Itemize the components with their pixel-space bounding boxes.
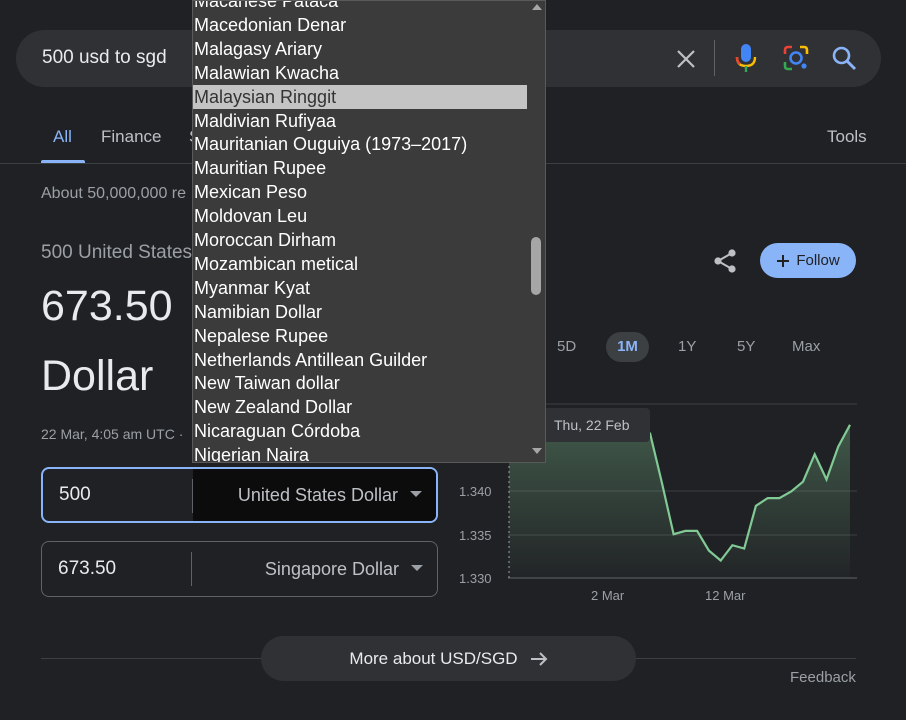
y-tick-label: 1.340 — [459, 484, 492, 499]
dropdown-option-label: New Zealand Dollar — [194, 397, 353, 418]
dropdown-option[interactable]: Macedonian Denar — [193, 13, 527, 37]
y-tick-label: 1.330 — [459, 571, 492, 586]
dropdown-option-label: Mauritanian Ouguiya (1973–2017) — [194, 134, 468, 155]
caret-down-icon — [410, 491, 422, 497]
dropdown-option[interactable]: Nigerian Naira — [193, 443, 527, 463]
dropdown-option-label: Moroccan Dirham — [194, 230, 337, 250]
dropdown-option[interactable]: Mozambican metical — [193, 252, 527, 276]
from-amount-input[interactable]: 500 — [59, 469, 189, 521]
footer-divider-right — [636, 658, 856, 659]
search-input[interactable]: 500 usd to sgd — [42, 47, 167, 69]
y-tick-label: 1.335 — [459, 528, 492, 543]
more-about-label: More about USD/SGD — [349, 648, 518, 668]
to-currency-select[interactable]: Singapore Dollar — [192, 542, 437, 596]
dropdown-option-label: Malawian Kwacha — [194, 62, 340, 83]
x-tick-label: 12 Mar — [705, 588, 746, 603]
currency-dropdown-list[interactable]: Nigerian Naira Nicaraguan Córdoba New Zeal… — [192, 0, 546, 463]
dropdown-option-label: Mauritian Rupee — [194, 158, 327, 179]
from-currency-box: 500 United States Dollar — [41, 467, 438, 523]
to-currency-value: Singapore Dollar — [264, 558, 399, 579]
dropdown-option[interactable]: Malagasy Ariary — [193, 37, 527, 61]
from-currency-value: United States Dollar — [237, 484, 398, 505]
feedback-link[interactable]: Feedback — [790, 669, 856, 686]
scroll-down-arrow-icon[interactable] — [530, 446, 544, 456]
dropdown-option-label: Macanese Pataca — [194, 0, 339, 11]
chart-tooltip: Thu, 22 Feb — [540, 408, 650, 442]
dropdown-option[interactable]: Macanese Pataca — [193, 0, 527, 13]
range-5y[interactable]: 5Y — [737, 338, 755, 355]
share-icon[interactable] — [708, 244, 742, 278]
dropdown-option-label: Myanmar Kyat — [194, 277, 311, 298]
dropdown-option[interactable]: Malawian Kwacha — [193, 61, 527, 85]
from-currency-select[interactable]: United States Dollar — [193, 469, 436, 521]
follow-button[interactable]: Follow — [760, 243, 856, 278]
dropdown-scrollbar-track[interactable] — [527, 1, 545, 462]
tab-finance[interactable]: Finance — [101, 127, 161, 147]
to-amount-input[interactable]: 673.50 — [58, 542, 188, 596]
range-5d[interactable]: 5D — [557, 338, 576, 355]
dropdown-option[interactable]: Mexican Peso — [193, 180, 527, 204]
dropdown-option-label: Macedonian Denar — [194, 14, 347, 35]
dropdown-option[interactable]: New Zealand Dollar — [193, 395, 527, 419]
conversion-result-value: 673.50 — [41, 282, 173, 330]
dropdown-option[interactable]: Mauritian Rupee — [193, 156, 527, 180]
camera-search-icon[interactable] — [779, 41, 813, 75]
chart-tooltip-date: Thu, 22 Feb — [554, 417, 630, 433]
dropdown-option-label: Nigerian Naira — [194, 445, 310, 463]
rate-timestamp: 22 Mar, 4:05 am UTC · — [41, 426, 184, 442]
follow-label: Follow — [796, 252, 840, 269]
range-max[interactable]: Max — [792, 338, 820, 355]
dropdown-option-label: Malagasy Ariary — [194, 38, 323, 59]
search-icon[interactable] — [827, 41, 861, 75]
plus-icon — [777, 254, 790, 267]
dropdown-option-label: Nicaraguan Córdoba — [194, 421, 361, 442]
clear-icon[interactable] — [670, 43, 702, 75]
dropdown-option-label: Malaysian Ringgit — [194, 86, 337, 107]
dropdown-option-label: Moldovan Leu — [194, 206, 308, 227]
range-1y[interactable]: 1Y — [678, 338, 696, 355]
footer-divider-left — [41, 658, 261, 659]
tools-button[interactable]: Tools — [827, 127, 867, 147]
range-1m[interactable]: 1M — [606, 332, 649, 362]
dropdown-option[interactable]: Mauritanian Ouguiya (1973–2017) — [193, 132, 527, 156]
conversion-from-label: 500 United States — [41, 242, 193, 263]
dropdown-option-label: New Taiwan dollar — [194, 373, 340, 394]
result-stats: About 50,000,000 re — [41, 185, 187, 202]
dropdown-option[interactable]: Maldivian Rufiyaa — [193, 109, 527, 133]
dropdown-option[interactable]: Myanmar Kyat — [193, 276, 527, 300]
search-divider — [714, 40, 715, 76]
dropdown-option[interactable]: New Taiwan dollar — [193, 371, 527, 395]
scroll-up-arrow-icon[interactable] — [530, 1, 544, 11]
dropdown-option-label: Mozambican metical — [194, 253, 359, 274]
arrow-right-icon — [530, 651, 548, 666]
dropdown-option-label: Namibian Dollar — [194, 301, 323, 322]
conversion-result-unit: Dollar — [41, 352, 154, 400]
dropdown-option-label: Nepalese Rupee — [194, 325, 329, 346]
dropdown-option[interactable]: Namibian Dollar — [193, 300, 527, 324]
dropdown-option[interactable]: Nepalese Rupee — [193, 324, 527, 348]
dropdown-option[interactable]: Moldovan Leu — [193, 204, 527, 228]
dropdown-option[interactable]: Moroccan Dirham — [193, 228, 527, 252]
dropdown-option[interactable]: Malaysian Ringgit — [193, 84, 527, 109]
dropdown-option-label: Netherlands Antillean Guilder — [194, 349, 428, 370]
x-tick-label: 2 Mar — [591, 588, 625, 603]
dropdown-option[interactable]: Nicaraguan Córdoba — [193, 419, 527, 443]
caret-down-icon — [411, 565, 423, 571]
to-currency-box: 673.50 Singapore Dollar — [41, 541, 438, 597]
dropdown-option-label: Maldivian Rufiyaa — [194, 110, 337, 131]
dropdown-option[interactable]: Netherlands Antillean Guilder — [193, 348, 527, 372]
tab-all[interactable]: All — [53, 127, 72, 147]
dropdown-scrollbar-thumb[interactable] — [531, 237, 541, 295]
microphone-icon[interactable] — [729, 41, 763, 75]
dropdown-option-label: Mexican Peso — [194, 182, 308, 203]
more-about-button[interactable]: More about USD/SGD — [261, 636, 636, 681]
